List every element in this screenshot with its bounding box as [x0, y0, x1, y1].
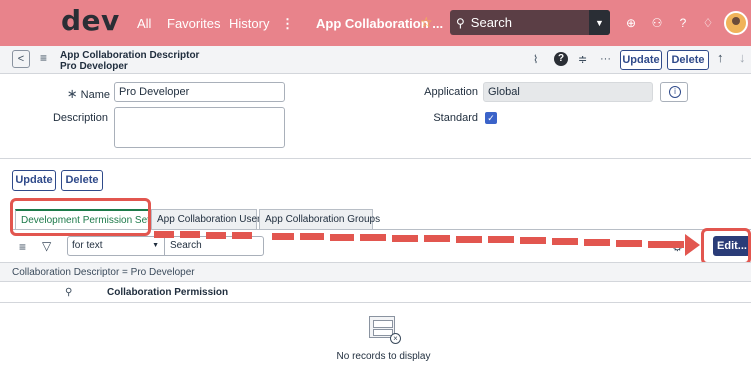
- annotation-arrow-dash: [520, 237, 546, 244]
- bottom-delete-button[interactable]: Delete: [61, 170, 103, 191]
- globe-icon[interactable]: ⊕: [623, 15, 639, 31]
- empty-close-icon: ×: [390, 333, 401, 344]
- activity-settings-icon[interactable]: ≑: [578, 53, 587, 66]
- delete-button[interactable]: Delete: [667, 50, 709, 70]
- annotation-arrow-dash: [488, 236, 514, 243]
- search-scope-dropdown[interactable]: ▼: [589, 10, 610, 35]
- column-search-icon[interactable]: ⚲: [65, 287, 72, 298]
- annotation-arrow-dash: [392, 235, 418, 242]
- user-avatar[interactable]: [724, 11, 748, 35]
- arrow-up-icon[interactable]: ↑: [717, 50, 724, 65]
- form-title-record: Pro Developer: [60, 61, 128, 72]
- edit-highlight-box: [701, 228, 751, 265]
- tab-highlight-box: [10, 198, 151, 236]
- favorite-star-icon[interactable]: ☆: [420, 14, 433, 31]
- global-search-input[interactable]: ⚲ Search: [450, 10, 610, 35]
- tab-app-collaboration-groups[interactable]: App Collaboration Groups: [259, 209, 380, 229]
- nav-favorites-link[interactable]: Favorites: [167, 16, 220, 31]
- form-divider: [0, 158, 751, 159]
- name-label: ∗ Name: [40, 86, 110, 102]
- tab-app-collaboration-users[interactable]: App Collaboration Users: [151, 209, 265, 229]
- help-icon[interactable]: ?: [554, 52, 568, 66]
- search-field-value: for text: [72, 240, 103, 251]
- attachment-icon[interactable]: ⌇: [533, 53, 538, 66]
- bottom-update-button[interactable]: Update: [12, 170, 56, 191]
- notification-bell-icon[interactable]: ♢: [700, 15, 716, 31]
- annotation-arrow-dash: [552, 238, 578, 245]
- info-icon: i: [669, 86, 681, 98]
- annotation-arrow-dash: [616, 240, 642, 247]
- list-menu-icon[interactable]: ≡: [19, 240, 26, 254]
- description-field[interactable]: [114, 107, 285, 148]
- chat-icon[interactable]: ⚇: [649, 15, 665, 31]
- annotation-arrow-dash: [154, 231, 174, 238]
- top-navigation-bar: dev All Favorites History ⋮ App Collabor…: [0, 0, 751, 46]
- arrow-down-icon[interactable]: ↓: [739, 50, 746, 65]
- search-icon: ⚲: [456, 15, 465, 30]
- no-records-message: No records to display: [336, 351, 431, 362]
- help-circle-icon[interactable]: ?: [675, 15, 691, 31]
- name-label-text: Name: [80, 89, 110, 101]
- update-button[interactable]: Update: [620, 50, 662, 70]
- list-column-header-row: ⚲ Collaboration Permission: [0, 283, 751, 303]
- annotation-arrow-dash: [360, 234, 386, 241]
- annotation-arrow-dash: [300, 233, 324, 240]
- mandatory-asterisk-icon: ∗: [66, 86, 78, 101]
- global-search-placeholder: Search: [470, 15, 512, 30]
- annotation-arrow-dash: [180, 231, 200, 238]
- annotation-arrow-dash: [648, 241, 684, 248]
- nav-all-link[interactable]: All: [137, 16, 151, 31]
- name-field[interactable]: Pro Developer: [114, 82, 285, 102]
- annotation-arrow-dash: [272, 233, 294, 240]
- list-breadcrumb[interactable]: Collaboration Descriptor = Pro Developer: [0, 262, 751, 282]
- annotation-arrow-dash: [206, 232, 226, 239]
- form-title-table: App Collaboration Descriptor: [60, 50, 200, 61]
- list-search-input[interactable]: Search: [165, 236, 264, 256]
- application-info-button[interactable]: i: [660, 82, 688, 102]
- column-header-collaboration-permission[interactable]: Collaboration Permission: [107, 287, 228, 298]
- back-button[interactable]: <: [12, 50, 30, 68]
- annotation-arrow-dash: [424, 235, 450, 242]
- filter-icon[interactable]: ▽: [42, 239, 51, 253]
- more-options-icon[interactable]: ···: [600, 53, 611, 65]
- standard-label: Standard: [433, 112, 478, 124]
- annotation-arrow-dash: [456, 236, 482, 243]
- application-field: Global: [483, 82, 653, 102]
- application-label: Application: [424, 86, 478, 98]
- form-title: App Collaboration Descriptor Pro Develop…: [60, 50, 199, 72]
- form-header-bar: < ≡ App Collaboration Descriptor Pro Dev…: [0, 46, 751, 74]
- annotation-arrow-dash: [330, 234, 354, 241]
- context-menu-icon[interactable]: ≡: [40, 51, 47, 65]
- nav-history-link[interactable]: History: [229, 16, 269, 31]
- annotation-arrow-dash: [232, 232, 252, 239]
- standard-checkbox[interactable]: ✓: [485, 112, 497, 124]
- search-field-select[interactable]: for text ▼: [67, 236, 165, 256]
- description-label: Description: [52, 112, 108, 124]
- annotation-arrowhead: [685, 234, 700, 256]
- nav-more-icon[interactable]: ⋮: [281, 16, 294, 32]
- annotation-arrow-dash: [584, 239, 610, 246]
- instance-logo[interactable]: dev: [61, 4, 120, 37]
- chevron-down-icon: ▼: [152, 242, 159, 249]
